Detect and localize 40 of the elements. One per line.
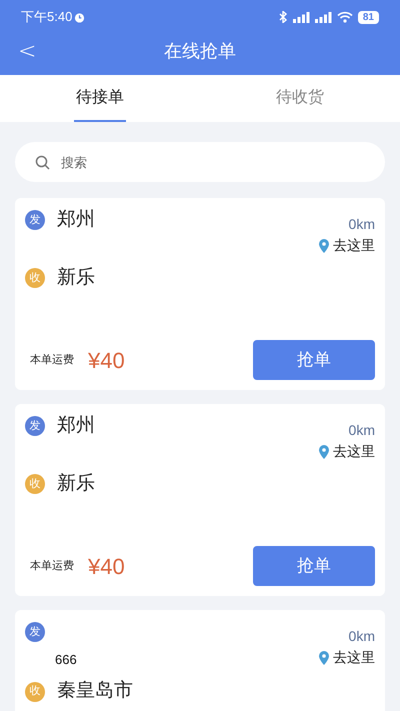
location-pin-icon <box>319 444 329 458</box>
bluetooth-icon <box>278 11 288 23</box>
back-button[interactable]: < <box>14 40 40 62</box>
navigate-link[interactable]: 去这里 <box>319 235 375 256</box>
battery-icon: 81 <box>358 10 379 24</box>
sender-badge: 发 <box>25 622 45 642</box>
wifi-icon <box>336 11 353 23</box>
fee-label: 本单运费 <box>30 352 74 368</box>
signal-icon <box>314 12 332 22</box>
search-field[interactable]: 搜索 <box>15 142 385 182</box>
signal-icon <box>292 12 310 22</box>
grab-order-button[interactable]: 抢单 <box>253 546 375 586</box>
receiver-badge: 收 <box>25 268 45 288</box>
city-name: 新乐 <box>57 266 95 290</box>
tab[interactable]: 待收货 <box>274 75 326 122</box>
navigate-link[interactable]: 去这里 <box>319 441 375 462</box>
receiver-badge: 收 <box>25 474 45 494</box>
alarm-icon <box>74 12 86 22</box>
location-pin-icon <box>319 650 329 664</box>
distance-label: 0km <box>348 627 375 646</box>
receiver-badge: 收 <box>25 682 45 702</box>
tab[interactable]: 待接单 <box>74 75 126 122</box>
search-icon <box>35 155 50 170</box>
sender-badge: 发 <box>25 416 45 436</box>
status-time: 下午5:40 <box>21 8 72 26</box>
city-name: 秦皇岛市 <box>57 679 133 704</box>
distance-label: 0km <box>348 421 375 440</box>
location-pin-icon <box>319 238 329 252</box>
grab-order-button[interactable]: 抢单 <box>253 340 375 380</box>
fee-amount: ¥40 <box>88 346 125 374</box>
fee-amount: ¥40 <box>88 552 125 580</box>
distance-label: 0km <box>348 215 375 234</box>
address-note: 666 <box>55 651 77 669</box>
sender-badge: 发 <box>25 210 45 230</box>
fee-label: 本单运费 <box>30 558 74 574</box>
city-name: 郑州 <box>57 208 95 232</box>
city-name: 郑州 <box>57 414 95 438</box>
page-title: 在线抢单 <box>164 40 236 63</box>
city-name: 新乐 <box>57 472 95 496</box>
navigate-link[interactable]: 去这里 <box>319 647 375 668</box>
